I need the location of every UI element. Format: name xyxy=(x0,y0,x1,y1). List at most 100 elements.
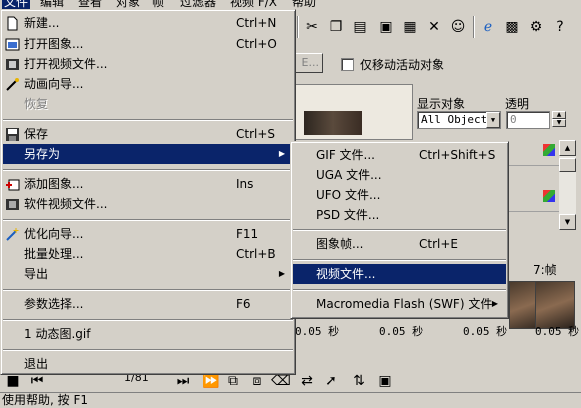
grid-icon[interactable]: ▩ xyxy=(501,16,523,38)
spin-down-icon[interactable]: ▼ xyxy=(552,119,566,127)
menu-file[interactable]: 文件 xyxy=(2,0,31,9)
menu-help[interactable]: 帮助 xyxy=(292,0,316,9)
menu-separator xyxy=(3,289,293,291)
menu-separator xyxy=(3,219,293,221)
user-icon[interactable]: ☺ xyxy=(447,16,469,38)
menu-item-save-uga[interactable]: UGA 文件... xyxy=(293,165,506,185)
menu-item-label: 保存 xyxy=(24,127,49,141)
menu-item-open-video[interactable]: 打开视频文件... xyxy=(3,54,293,74)
menu-item-save-flash[interactable]: Macromedia Flash (SWF) 文件 ▶ xyxy=(293,294,506,314)
save-icon xyxy=(5,127,20,142)
wand-icon xyxy=(5,227,20,242)
properties-icon[interactable]: ▣ xyxy=(374,370,396,392)
menu-edit[interactable]: 编辑 xyxy=(40,0,64,9)
close-icon[interactable]: ✕ xyxy=(423,16,445,38)
help-icon[interactable]: ? xyxy=(549,16,571,38)
image-icon[interactable]: ▦ xyxy=(399,16,421,38)
menu-item-new[interactable]: 新建... Ctrl+N xyxy=(3,13,293,33)
menu-item-batch[interactable]: 批量处理... Ctrl+B xyxy=(3,244,293,264)
cut-icon[interactable]: ✂ xyxy=(301,16,323,38)
scroll-thumb[interactable] xyxy=(559,158,576,172)
menu-item-add-image[interactable]: 添加图象... Ins xyxy=(3,174,293,194)
submenu-arrow-icon: ▶ xyxy=(278,269,285,278)
film-icon xyxy=(5,57,20,72)
opacity-spinner[interactable]: ▲ ▼ xyxy=(552,111,566,127)
menu-bar: 文件 编辑 查看 对象 帧 过滤器 视频 F/X 帮助 xyxy=(0,0,581,9)
layer-color-icon xyxy=(543,144,555,156)
menu-item-export[interactable]: 导出 ▶ xyxy=(3,264,293,284)
menu-item-revert[interactable]: 恢复 xyxy=(3,94,293,114)
menu-item-exit[interactable]: 退出 xyxy=(3,354,293,374)
menu-item-open-image[interactable]: 打开图象... Ctrl+O xyxy=(3,34,293,54)
menu-item-shortcut: F11 xyxy=(236,227,259,241)
submenu-arrow-icon: ▶ xyxy=(491,299,498,308)
preview-canvas[interactable] xyxy=(295,84,413,140)
menu-item-animation-wizard[interactable]: 动画向导... xyxy=(3,74,293,94)
frame-delay[interactable]: 0.05 秒 xyxy=(379,323,423,339)
frame-delay[interactable]: 0.05 秒 xyxy=(535,323,579,339)
browser-icon[interactable]: ℯ xyxy=(477,16,499,38)
menu-item-shortcut: Ctrl+E xyxy=(419,237,458,251)
menu-item-save-ufo[interactable]: UFO 文件... xyxy=(293,185,506,205)
menu-item-label: 打开视频文件... xyxy=(24,57,108,71)
scroll-up-icon[interactable]: ▲ xyxy=(559,140,576,156)
menu-frame[interactable]: 帧 xyxy=(152,0,164,9)
menu-item-label: 参数选择... xyxy=(24,297,84,311)
opacity-value: 0 xyxy=(510,113,517,126)
menu-item-label: 新建... xyxy=(24,16,60,30)
menu-separator xyxy=(3,349,293,351)
menu-separator xyxy=(293,289,506,291)
menu-item-label: 另存为 xyxy=(24,147,61,161)
preview-image xyxy=(304,111,362,135)
tween-icon[interactable]: ⇄ xyxy=(296,370,318,392)
paste-icon[interactable]: ▤ xyxy=(349,16,371,38)
menu-object[interactable]: 对象 xyxy=(116,0,140,9)
layer-color-icon xyxy=(543,190,555,202)
arrow-icon[interactable]: ➚ xyxy=(320,370,342,392)
menu-item-shortcut: Ctrl+S xyxy=(236,127,276,141)
menu-item-save-gif[interactable]: GIF 文件... Ctrl+Shift+S xyxy=(293,145,506,165)
menu-item-save-as[interactable]: 另存为 ▶ xyxy=(3,144,293,164)
menu-separator xyxy=(293,259,506,261)
menu-item-save-image-frame[interactable]: 图象帧... Ctrl+E xyxy=(293,234,506,254)
settings-icon[interactable]: ⚙ xyxy=(525,16,547,38)
menu-item-label: 1 动态图.gif xyxy=(24,327,91,341)
menu-item-add-video[interactable]: 软件视频文件... xyxy=(3,194,293,214)
menu-item-shortcut: Ctrl+O xyxy=(236,37,277,51)
reverse-icon[interactable]: ⇅ xyxy=(348,370,370,392)
menu-item-label: GIF 文件... xyxy=(316,148,375,162)
menu-item-save[interactable]: 保存 Ctrl+S xyxy=(3,124,293,144)
copy-icon[interactable]: ❐ xyxy=(325,16,347,38)
menu-item-save-video[interactable]: 视频文件... xyxy=(293,264,506,284)
move-active-only-checkbox[interactable] xyxy=(341,58,354,71)
save-frame-icon[interactable]: ▣ xyxy=(375,16,397,38)
menu-item-label: UFO 文件... xyxy=(316,188,381,202)
status-bar: 使用帮助, 按 F1 xyxy=(0,392,581,408)
menu-item-label: Macromedia Flash (SWF) 文件 xyxy=(316,297,493,311)
scroll-down-icon[interactable]: ▼ xyxy=(559,214,576,230)
opacity-label: 透明 xyxy=(505,97,530,111)
menu-item-recent-file[interactable]: 1 动态图.gif xyxy=(3,324,293,344)
opacity-input[interactable]: 0 xyxy=(506,111,550,129)
frame-delay[interactable]: 0.05 秒 xyxy=(463,323,507,339)
layer-scrollbar[interactable]: ▲ ▼ xyxy=(559,140,576,230)
move-active-only-label: 仅移动活动对象 xyxy=(360,58,445,72)
frame-thumbnail[interactable] xyxy=(535,281,575,329)
menu-video-fx[interactable]: 视频 F/X xyxy=(230,0,277,9)
chevron-down-icon[interactable]: ▼ xyxy=(486,112,500,128)
frame-delay[interactable]: 0.05 秒 xyxy=(295,323,339,339)
toolbar-separator xyxy=(297,16,299,38)
display-object-select[interactable]: All Object ▼ xyxy=(417,111,501,129)
menu-item-label: 视频文件... xyxy=(316,267,376,281)
menu-item-save-psd[interactable]: PSD 文件... xyxy=(293,205,506,225)
menu-item-label: 动画向导... xyxy=(24,77,84,91)
spin-up-icon[interactable]: ▲ xyxy=(552,111,566,119)
menu-item-optimize-wizard[interactable]: 优化向导... F11 xyxy=(3,224,293,244)
submenu-arrow-icon: ▶ xyxy=(278,149,285,158)
menu-item-preferences[interactable]: 参数选择... F6 xyxy=(3,294,293,314)
menu-item-label: 图象帧... xyxy=(316,237,364,251)
menu-item-label: 打开图象... xyxy=(24,37,84,51)
frame-number-label: 7:帧 xyxy=(533,263,557,277)
menu-filter[interactable]: 过滤器 xyxy=(180,0,216,9)
menu-view[interactable]: 查看 xyxy=(78,0,102,9)
